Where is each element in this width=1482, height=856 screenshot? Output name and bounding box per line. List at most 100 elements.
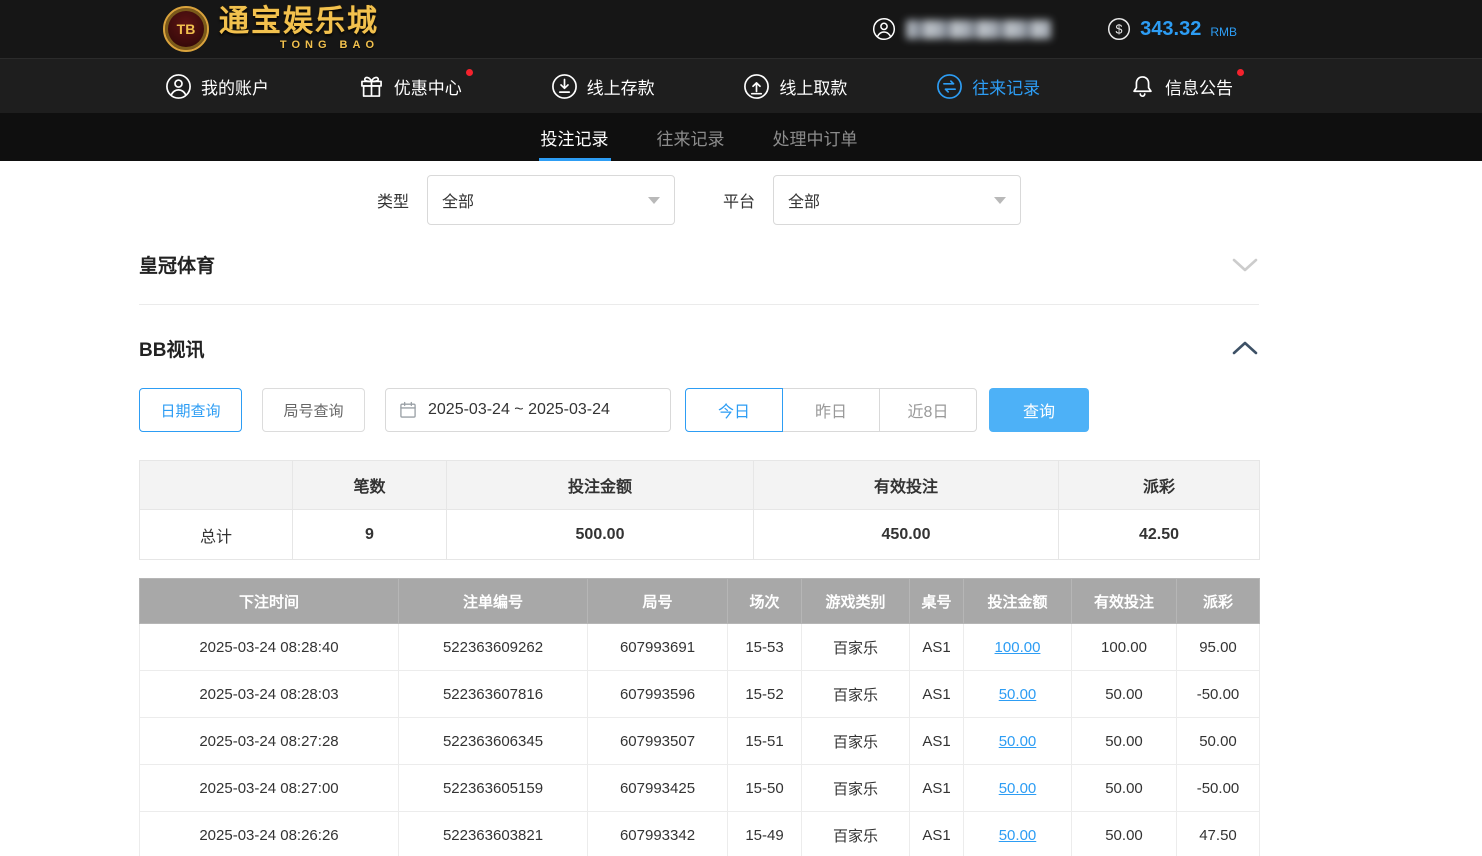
round-query-button[interactable]: 局号查询 — [262, 388, 365, 432]
payout-cell: 50.00 — [1177, 718, 1260, 765]
bet-id-cell: 522363609262 — [399, 624, 588, 671]
quick-date-group: 今日 昨日 近8日 — [685, 388, 977, 432]
bell-icon — [1129, 73, 1156, 100]
valid-bet-cell: 100.00 — [1072, 624, 1177, 671]
game-cell: 百家乐 — [802, 765, 910, 812]
nav-label: 往来记录 — [972, 74, 1040, 99]
nav-item-my-account[interactable]: 我的账户 — [165, 73, 269, 100]
account-info[interactable] — [872, 17, 1051, 41]
bet-time-cell: 2025-03-24 08:27:00 — [140, 765, 399, 812]
transfer-records-icon — [936, 73, 963, 100]
section-bb-video[interactable]: BB视讯 — [139, 335, 1259, 362]
bet-id-cell: 522363606345 — [399, 718, 588, 765]
bet-amount-link[interactable]: 50.00 — [999, 780, 1037, 797]
summary-header-count: 笔数 — [293, 461, 447, 510]
site-logo[interactable]: TB 通宝娱乐城 TONG BAO — [163, 6, 379, 52]
detail-header-row: 下注时间 注单编号 局号 场次 游戏类别 桌号 投注金额 有效投注 派彩 — [140, 579, 1260, 624]
today-button[interactable]: 今日 — [685, 388, 783, 432]
notification-dot — [1237, 69, 1244, 76]
section-title: BB视讯 — [139, 335, 204, 362]
nav-item-deposit[interactable]: 线上存款 — [551, 73, 655, 100]
date-query-button[interactable]: 日期查询 — [139, 388, 242, 432]
payout-cell: 47.50 — [1177, 812, 1260, 856]
platform-select[interactable]: 全部 — [773, 175, 1021, 225]
filter-row: 类型 全部 平台 全部 — [139, 175, 1259, 225]
chevron-down-icon — [648, 197, 660, 204]
round-cell: 607993342 — [588, 812, 728, 856]
round-cell: 607993507 — [588, 718, 728, 765]
main-nav: 我的账户 优惠中心 线上存款 — [0, 58, 1482, 113]
game-cell: 百家乐 — [802, 812, 910, 856]
bet-id-cell: 522363603821 — [399, 812, 588, 856]
search-button[interactable]: 查询 — [989, 388, 1089, 432]
summary-header-valid-bet: 有效投注 — [754, 461, 1059, 510]
bet-amount-cell: 50.00 — [964, 765, 1072, 812]
game-cell: 百家乐 — [802, 624, 910, 671]
bet-time-cell: 2025-03-24 08:28:40 — [140, 624, 399, 671]
main-content: 类型 全部 平台 全部 皇冠体育 BB视讯 日期查询 局号查询 — [139, 175, 1259, 856]
platform-select-value: 全部 — [788, 188, 820, 212]
chevron-down-icon[interactable] — [1231, 256, 1259, 273]
header-bet-time: 下注时间 — [140, 579, 399, 624]
chevron-up-icon[interactable] — [1231, 340, 1259, 357]
detail-table-body: 2025-03-24 08:28:40 522363609262 6079936… — [140, 624, 1260, 856]
round-cell: 607993596 — [588, 671, 728, 718]
user-icon — [872, 17, 896, 41]
bet-amount-link[interactable]: 50.00 — [999, 827, 1037, 844]
deposit-coin-icon — [551, 73, 578, 100]
valid-bet-cell: 50.00 — [1072, 671, 1177, 718]
header-session: 场次 — [728, 579, 802, 624]
bet-amount-link[interactable]: 100.00 — [995, 639, 1041, 656]
coin-icon: $ — [1107, 17, 1131, 41]
balance-currency: RMB — [1210, 25, 1237, 39]
bet-amount-cell: 50.00 — [964, 718, 1072, 765]
bet-amount-cell: 50.00 — [964, 671, 1072, 718]
balance-display[interactable]: $ 343.32 RMB — [1107, 17, 1237, 41]
withdraw-coin-icon — [743, 73, 770, 100]
table-row: 2025-03-24 08:28:40 522363609262 6079936… — [140, 624, 1260, 671]
header-bet-id: 注单编号 — [399, 579, 588, 624]
bet-amount-link[interactable]: 50.00 — [999, 686, 1037, 703]
tab-bet-records[interactable]: 投注记录 — [539, 113, 611, 161]
notification-dot — [466, 69, 473, 76]
session-cell: 15-51 — [728, 718, 802, 765]
date-range-input[interactable]: 2025-03-24 ~ 2025-03-24 — [385, 388, 671, 432]
table-row: 2025-03-24 08:27:28 522363606345 6079935… — [140, 718, 1260, 765]
table-no-cell: AS1 — [910, 765, 964, 812]
nav-label: 优惠中心 — [394, 74, 462, 99]
tab-processing-orders[interactable]: 处理中订单 — [771, 113, 860, 161]
total-label: 总计 — [140, 510, 293, 560]
bet-amount-cell: 50.00 — [964, 812, 1072, 856]
section-title: 皇冠体育 — [139, 251, 215, 278]
type-filter-label: 类型 — [377, 188, 409, 212]
svg-text:$: $ — [1116, 23, 1123, 37]
header-round: 局号 — [588, 579, 728, 624]
bet-amount-link[interactable]: 50.00 — [999, 733, 1037, 750]
type-select-value: 全部 — [442, 188, 474, 212]
tab-transaction-records[interactable]: 往来记录 — [655, 113, 727, 161]
valid-bet-cell: 50.00 — [1072, 765, 1177, 812]
nav-item-withdraw[interactable]: 线上取款 — [743, 73, 847, 100]
session-cell: 15-49 — [728, 812, 802, 856]
section-crown-sports[interactable]: 皇冠体育 — [139, 251, 1259, 305]
platform-filter-label: 平台 — [723, 188, 755, 212]
round-cell: 607993691 — [588, 624, 728, 671]
query-controls: 日期查询 局号查询 2025-03-24 ~ 2025-03-24 今日 昨日 … — [139, 388, 1259, 432]
session-cell: 15-52 — [728, 671, 802, 718]
session-cell: 15-50 — [728, 765, 802, 812]
round-cell: 607993425 — [588, 765, 728, 812]
valid-bet-cell: 50.00 — [1072, 812, 1177, 856]
nav-item-announcements[interactable]: 信息公告 — [1129, 73, 1233, 100]
chevron-down-icon — [994, 197, 1006, 204]
bet-time-cell: 2025-03-24 08:27:28 — [140, 718, 399, 765]
game-cell: 百家乐 — [802, 671, 910, 718]
bet-time-cell: 2025-03-24 08:28:03 — [140, 671, 399, 718]
type-select[interactable]: 全部 — [427, 175, 675, 225]
nav-item-promotions[interactable]: 优惠中心 — [358, 73, 462, 100]
header-table-no: 桌号 — [910, 579, 964, 624]
username-redacted — [906, 20, 1051, 39]
bet-id-cell: 522363607816 — [399, 671, 588, 718]
yesterday-button[interactable]: 昨日 — [782, 388, 880, 432]
nav-item-transaction-records[interactable]: 往来记录 — [936, 73, 1040, 100]
last-8-days-button[interactable]: 近8日 — [879, 388, 977, 432]
